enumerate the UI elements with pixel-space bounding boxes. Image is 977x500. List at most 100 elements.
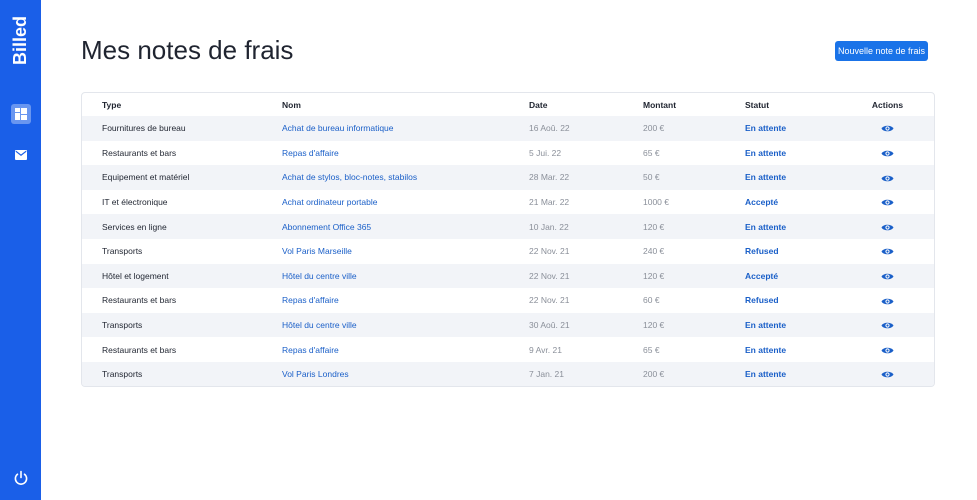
view-bill-button[interactable] <box>839 116 934 141</box>
bill-type: Equipement et matériel <box>102 172 190 183</box>
bill-name[interactable]: Achat de stylos, bloc-notes, stabilos <box>282 165 529 190</box>
bill-type: IT et électronique <box>102 197 168 208</box>
view-bill-button[interactable] <box>839 264 934 289</box>
table-row: Transports Vol Paris Marseille 22 Nov. 21 2… <box>82 239 934 264</box>
bill-type: Transports <box>102 369 143 380</box>
view-bill-button[interactable] <box>839 214 934 239</box>
view-bill-button[interactable] <box>839 288 934 313</box>
bill-type: Transports <box>102 246 143 257</box>
eye-icon[interactable] <box>881 148 894 158</box>
sidebar: Billed <box>0 0 41 500</box>
view-bill-button[interactable] <box>839 362 934 386</box>
bill-name[interactable]: Achat de bureau informatique <box>282 116 529 141</box>
bill-status: Refused <box>745 295 779 306</box>
column-header-status: Statut <box>745 99 770 110</box>
bill-date: 16 Aoû. 22 <box>529 123 570 134</box>
bill-date: 22 Nov. 21 <box>529 270 570 281</box>
bill-status: En attente <box>745 147 787 158</box>
bill-type: Restaurants et bars <box>102 344 177 355</box>
column-header-amount: Montant <box>643 99 677 110</box>
bill-status: En attente <box>745 369 787 380</box>
bill-amount: 1000 € <box>643 197 669 208</box>
bill-name[interactable]: Repas d'affaire <box>282 288 529 313</box>
mail-icon <box>15 150 27 160</box>
bill-status: En attente <box>745 221 787 232</box>
bill-date: 10 Jan. 22 <box>529 221 569 232</box>
table-row: Services en ligne Abonnement Office 365 10… <box>82 214 934 239</box>
eye-icon[interactable] <box>881 320 894 330</box>
window-icon <box>15 108 27 120</box>
bill-name[interactable]: Repas d'affaire <box>282 337 529 362</box>
eye-icon[interactable] <box>881 123 894 133</box>
view-bill-button[interactable] <box>839 239 934 264</box>
bill-status: Accepté <box>745 270 779 281</box>
view-bill-button[interactable] <box>839 165 934 190</box>
bill-status: Accepté <box>745 197 779 208</box>
bill-amount: 120 € <box>643 221 665 232</box>
bill-amount: 200 € <box>643 123 665 134</box>
eye-icon[interactable] <box>881 222 894 232</box>
eye-icon[interactable] <box>881 197 894 207</box>
bill-date: 5 Jui. 22 <box>529 147 562 158</box>
brand-logo: Billed <box>0 0 41 80</box>
bills-table: Type Nom Date Montant Statut Actions Fou… <box>81 92 935 387</box>
bill-name[interactable]: Repas d'affaire <box>282 141 529 166</box>
eye-icon[interactable] <box>881 345 894 355</box>
eye-icon[interactable] <box>881 369 894 379</box>
bill-name[interactable]: Hôtel du centre ville <box>282 313 529 338</box>
bill-amount: 200 € <box>643 369 665 380</box>
column-header-date: Date <box>529 99 548 110</box>
sidebar-item-mail[interactable] <box>11 145 31 165</box>
bill-date: 9 Avr. 21 <box>529 344 562 355</box>
eye-icon[interactable] <box>881 295 894 305</box>
column-header-actions: Actions <box>871 99 904 110</box>
table-row: Transports Hôtel du centre ville 30 Aoû. 2… <box>82 312 934 338</box>
bill-date: 21 Mar. 22 <box>529 197 570 208</box>
column-header-name: Nom <box>282 99 301 110</box>
bill-amount: 50 € <box>643 172 660 183</box>
table-row: Equipement et matériel Achat de stylos, b… <box>82 165 934 190</box>
logout-button[interactable] <box>13 470 29 486</box>
bill-date: 28 Mar. 22 <box>529 172 570 183</box>
table-row: Hôtel et logement Hôtel du centre ville 22… <box>82 263 934 289</box>
bill-type: Services en ligne <box>102 221 167 232</box>
bill-type: Restaurants et bars <box>102 295 177 306</box>
view-bill-button[interactable] <box>839 337 934 362</box>
bill-name[interactable]: Achat ordinateur portable <box>282 190 529 215</box>
table-row: Transports Vol Paris Londres 7 Jan. 21 200 … <box>82 361 934 386</box>
bill-name[interactable]: Vol Paris Londres <box>282 362 529 386</box>
bill-amount: 65 € <box>643 147 660 158</box>
table-row: IT et électronique Achat ordinateur porta… <box>82 190 934 215</box>
bill-name[interactable]: Hôtel du centre ville <box>282 264 529 289</box>
bill-date: 30 Aoû. 21 <box>529 320 570 331</box>
table-row: Restaurants et bars Repas d'affaire 9 Avr.… <box>82 337 934 362</box>
page-title: Mes notes de frais <box>81 35 294 65</box>
bill-type: Transports <box>102 320 143 331</box>
sidebar-item-bills[interactable] <box>11 104 31 124</box>
table-header-row: Type Nom Date Montant Statut Actions <box>82 93 934 116</box>
bill-date: 22 Nov. 21 <box>529 246 570 257</box>
view-bill-button[interactable] <box>839 313 934 338</box>
bill-amount: 120 € <box>643 320 665 331</box>
bill-status: En attente <box>745 172 787 183</box>
bill-status: En attente <box>745 344 787 355</box>
bill-amount: 60 € <box>643 295 660 306</box>
bill-amount: 120 € <box>643 270 665 281</box>
view-bill-button[interactable] <box>839 190 934 215</box>
bill-status: En attente <box>745 123 787 134</box>
bill-type: Restaurants et bars <box>102 147 177 158</box>
bill-name[interactable]: Vol Paris Marseille <box>282 239 529 264</box>
table-row: Restaurants et bars Repas d'affaire 22 Nov… <box>82 288 934 313</box>
table-row: Fournitures de bureau Achat de bureau inf… <box>82 116 934 141</box>
view-bill-button[interactable] <box>839 141 934 166</box>
bill-amount: 65 € <box>643 344 660 355</box>
eye-icon[interactable] <box>881 271 894 281</box>
bill-type: Fournitures de bureau <box>102 123 186 134</box>
bill-status: En attente <box>745 320 787 331</box>
eye-icon[interactable] <box>881 246 894 256</box>
bill-name[interactable]: Abonnement Office 365 <box>282 214 529 239</box>
bill-type: Hôtel et logement <box>102 270 169 281</box>
bill-date: 22 Nov. 21 <box>529 295 570 306</box>
new-bill-button[interactable]: Nouvelle note de frais <box>835 41 928 61</box>
eye-icon[interactable] <box>881 172 894 182</box>
